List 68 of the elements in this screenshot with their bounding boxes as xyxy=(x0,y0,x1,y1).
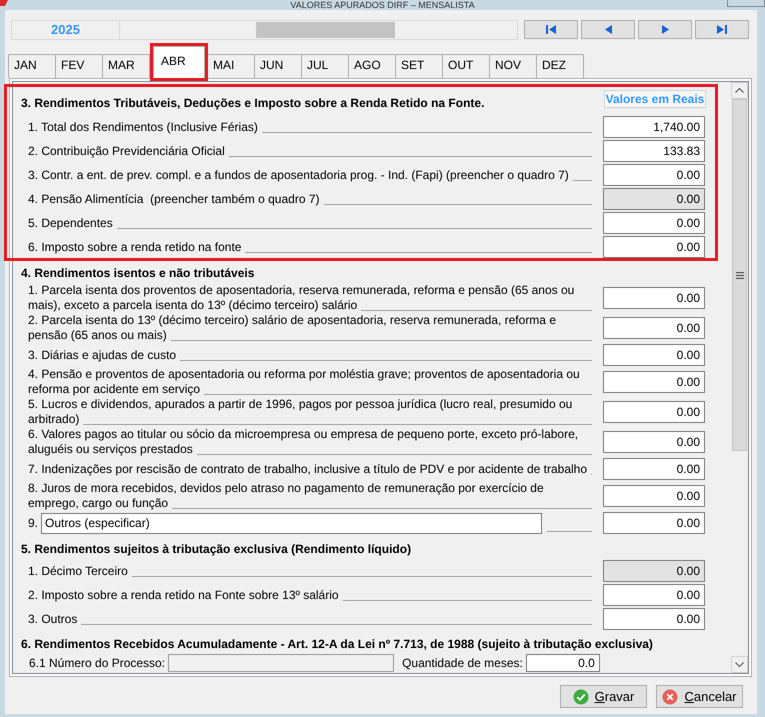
previous-button[interactable] xyxy=(581,20,635,39)
field-label: 1. Parcela isenta dos proventos de aposentadoria, reserva remunerada, reforma e pensão (65 anos ou mais), exceto a parcela isenta do 13º (décimo terceiro) salário xyxy=(28,283,576,312)
amount-field[interactable]: 133.83 xyxy=(603,140,705,162)
field-label: 1. Total dos Rendimentos (Inclusive Férias) xyxy=(28,120,258,134)
window-title: VALORES APURADOS DIRF – MENSALISTA xyxy=(290,0,475,10)
field-label: 2. Parcela isenta do 13º (décimo terceiro) salário de aposentadoria, reserva remunerada, reforma e pensão (65 anos ou mais) xyxy=(28,313,557,342)
amount-field[interactable]: 0.00 xyxy=(603,371,705,393)
field-label: 3. Contr. a ent. de prev. compl. e a fundos de aposentadoria prog. - Ind. (Fapi) (preencher o quadro 7) xyxy=(28,168,569,182)
amount-field[interactable]: 0.00 xyxy=(603,317,705,339)
grip-icon xyxy=(736,272,744,278)
section-title: 3. Rendimentos Tributáveis, Deduções e Imposto sobre a Renda Retido na Fonte. xyxy=(21,96,484,110)
amount-field[interactable]: 0.00 xyxy=(603,431,705,453)
check-icon xyxy=(572,688,589,704)
field-label: 1. Décimo Terceiro xyxy=(28,564,128,578)
field-label: 6. Imposto sobre a renda retido na fonte xyxy=(28,240,242,254)
amount-field[interactable]: 0.00 xyxy=(603,401,705,423)
field-label: 8. Juros de mora recebidos, devidos pelo atraso no pagamento de remuneração por exercício de emprego, cargo ou função xyxy=(28,481,545,510)
field-label: 4. Pensão Alimentícia (preencher também o quadro 7) xyxy=(28,192,320,206)
field-label: 3. Diárias e ajudas de custo xyxy=(28,348,176,362)
chevron-down-icon xyxy=(735,662,744,667)
amount-field[interactable]: 1,740.00 xyxy=(603,116,705,138)
scroll-thumb[interactable] xyxy=(732,99,747,451)
last-button[interactable] xyxy=(695,20,749,39)
year-label: 2025 xyxy=(11,20,120,40)
amount-field[interactable]: 0.00 xyxy=(603,344,705,366)
save-button[interactable]: Gravar xyxy=(560,685,647,708)
month-tab[interactable]: DEZ xyxy=(536,54,584,78)
triangle-right-icon xyxy=(662,25,668,34)
section-title: 5. Rendimentos sujeitos à tributação exclusiva (Rendimento líquido) xyxy=(21,542,412,556)
first-button[interactable] xyxy=(524,20,578,39)
month-tab[interactable]: MAR xyxy=(102,54,150,78)
month-tab[interactable]: ABR xyxy=(153,46,205,78)
month-tab[interactable]: JAN xyxy=(8,54,56,78)
section-title: 6. Rendimentos Recebidos Acumuladamente - Art. 12-A da Lei nº 7.713, de 1988 (sujeito à tributação exclusiva) xyxy=(21,637,653,651)
amount-field[interactable]: 0.00 xyxy=(603,458,705,480)
row-number: 9. xyxy=(28,516,38,530)
cancel-icon xyxy=(662,688,678,704)
section-title: 4. Rendimentos isentos e não tributáveis xyxy=(21,266,254,280)
cancel-button[interactable]: Cancelar xyxy=(656,685,743,708)
field-label: 4. Pensão e proventos de aposentadoria ou reforma por moléstia grave; proventos de aposentadoria ou reforma por acidente em serviço xyxy=(28,367,581,396)
scroll-down-button[interactable] xyxy=(731,656,748,673)
amount-field[interactable]: 0.00 xyxy=(603,164,705,186)
field-label: 6. Valores pagos ao titular ou sócio da microempresa ou empresa de pequeno porte, exceto pró-labore, aluguéis ou serviços prestados xyxy=(28,427,580,456)
amount-field[interactable]: 0.00 xyxy=(603,287,705,309)
skip-forward-icon xyxy=(717,25,727,34)
field-label: 6.1 Número do Processo: xyxy=(29,656,166,670)
app-icon xyxy=(0,0,8,6)
field-label: 5. Dependentes xyxy=(28,216,113,230)
field-label: 5. Lucros e dividendos, apurados a partir de 1996, pagos por pessoa jurídica (lucro real, presumido ou arbitrado) xyxy=(28,397,574,426)
next-button[interactable] xyxy=(638,20,692,39)
close-button[interactable] xyxy=(727,0,765,7)
amount-field[interactable]: 0.00 xyxy=(603,584,705,606)
field-label: 7. Indenizações por rescisão de contrato de trabalho, inclusive a título de PDV e por acidente de trabalho xyxy=(28,462,588,476)
amount-field[interactable]: 0.00 xyxy=(603,212,705,234)
specify-field[interactable]: Outros (especificar) xyxy=(41,512,542,534)
amount-field[interactable]: 0.00 xyxy=(603,236,705,258)
field-label: 3. Outros xyxy=(28,612,78,626)
field-label: Quantidade de meses: xyxy=(402,656,523,670)
scroll-up-button[interactable] xyxy=(731,82,748,99)
skip-back-icon xyxy=(546,25,556,34)
triangle-left-icon xyxy=(604,25,612,34)
amount-field[interactable]: 0.00 xyxy=(603,608,705,630)
amount-field[interactable]: 0.00 xyxy=(603,485,705,507)
chevron-up-icon xyxy=(735,88,744,93)
amount-field[interactable]: 0.00 xyxy=(603,512,705,534)
column-label: Valores em Reais xyxy=(604,90,706,108)
field-label: 2. Contribuição Previdenciária Oficial xyxy=(28,144,225,158)
field-label: 2. Imposto sobre a renda retido na Fonte sobre 13º salário xyxy=(28,588,339,602)
